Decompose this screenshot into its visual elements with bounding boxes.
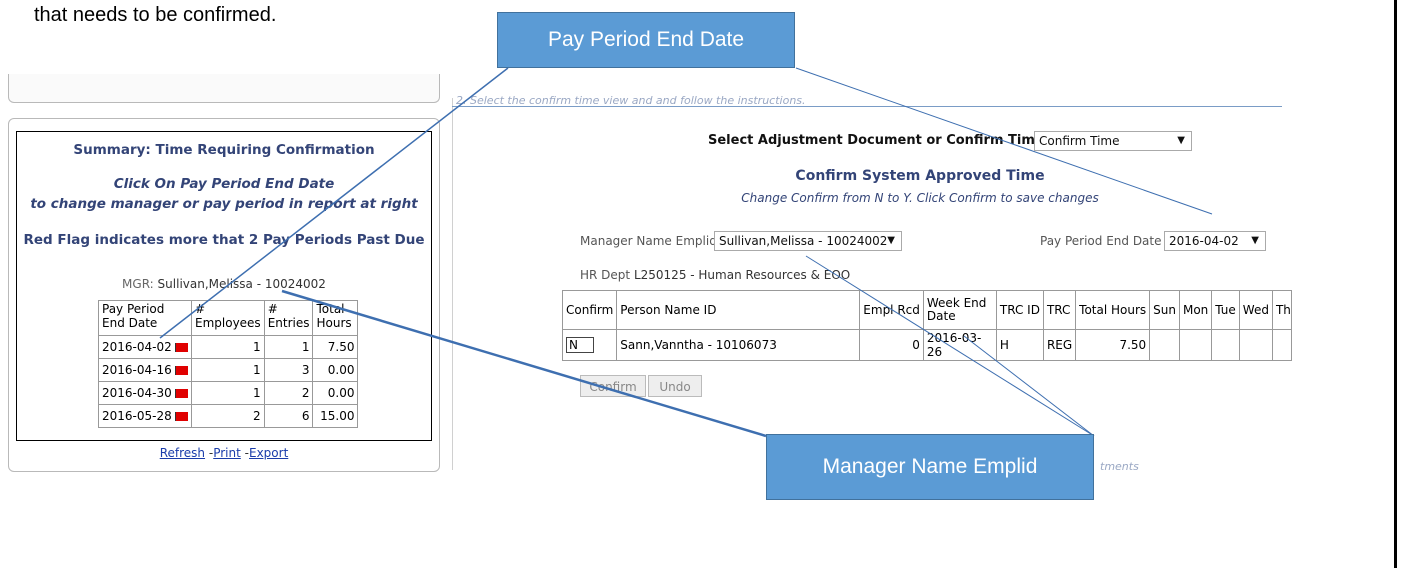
connector-line bbox=[963, 335, 1095, 437]
connector-line bbox=[795, 67, 1213, 215]
connector-line bbox=[159, 67, 509, 339]
callout-pay-period: Pay Period End Date bbox=[497, 12, 795, 68]
callout-manager: Manager Name Emplid bbox=[766, 434, 1094, 500]
callout-connectors bbox=[159, 67, 1213, 438]
connector-line bbox=[281, 289, 767, 438]
connector-line bbox=[805, 255, 1095, 437]
